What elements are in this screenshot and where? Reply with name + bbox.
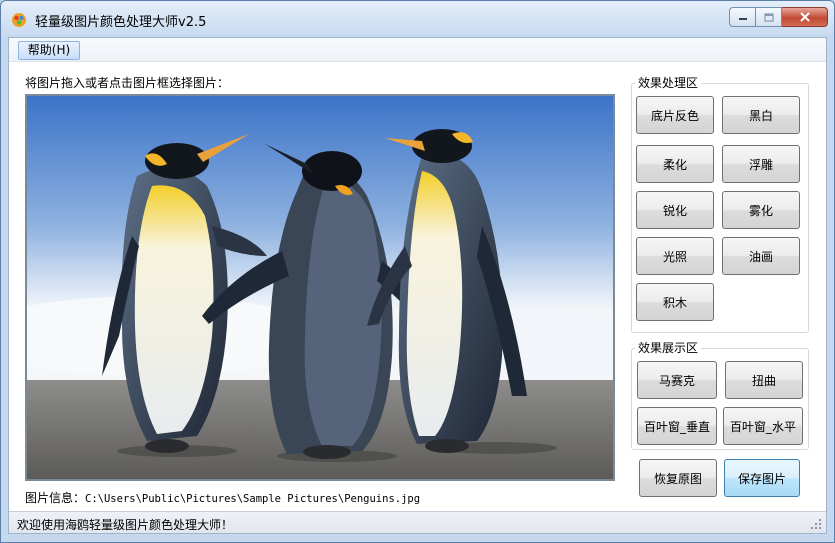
lighting-button[interactable]: 光照 xyxy=(636,237,714,275)
soften-button[interactable]: 柔化 xyxy=(636,145,714,183)
oil-paint-button[interactable]: 油画 xyxy=(722,237,800,275)
close-icon xyxy=(799,12,810,22)
status-bar: 欢迎使用海鸥轻量级图片颜色处理大师！ xyxy=(9,511,826,533)
image-info-label: 图片信息： xyxy=(25,491,86,505)
client-area: 帮助(H) 将图片拖入或者点击图片框选择图片： 图片信息：C:\Users\Pu… xyxy=(8,37,827,534)
image-info-path: C:\Users\Public\Pictures\Sample Pictures… xyxy=(85,493,421,505)
maximize-icon xyxy=(763,12,774,22)
image-box[interactable] xyxy=(25,94,615,481)
emboss-button[interactable]: 浮雕 xyxy=(722,145,800,183)
title-bar[interactable]: 轻量级图片颜色处理大师v2.5 xyxy=(1,1,834,35)
resize-grip-icon[interactable] xyxy=(810,518,822,530)
menu-help[interactable]: 帮助(H) xyxy=(18,41,80,60)
invert-button[interactable]: 底片反色 xyxy=(636,96,714,134)
twist-button[interactable]: 扭曲 xyxy=(725,361,803,399)
minimize-icon xyxy=(738,18,747,20)
save-button[interactable]: 保存图片 xyxy=(724,459,800,497)
grayscale-button[interactable]: 黑白 xyxy=(722,96,800,134)
blinds-horizontal-button[interactable]: 百叶窗_水平 xyxy=(723,407,803,445)
penguins-image xyxy=(27,96,613,479)
status-text: 欢迎使用海鸥轻量级图片颜色处理大师！ xyxy=(17,518,234,532)
app-window: 轻量级图片颜色处理大师v2.5 帮助(H) 将图片拖入或者点击图片框选择图片： xyxy=(0,0,835,543)
maximize-button[interactable] xyxy=(756,7,782,27)
mosaic-button[interactable]: 马赛克 xyxy=(637,361,717,399)
minimize-button[interactable] xyxy=(729,7,756,27)
display-group-label: 效果展示区 xyxy=(635,339,702,356)
window-title: 轻量级图片颜色处理大师v2.5 xyxy=(35,15,207,30)
drop-hint: 将图片拖入或者点击图片框选择图片： xyxy=(25,76,230,90)
close-button[interactable] xyxy=(782,7,828,27)
app-icon xyxy=(12,13,26,27)
restore-button[interactable]: 恢复原图 xyxy=(639,459,717,497)
sharpen-button[interactable]: 锐化 xyxy=(636,191,714,229)
blocks-button[interactable]: 积木 xyxy=(636,283,714,321)
effects-group-label: 效果处理区 xyxy=(635,74,702,91)
image-info: 图片信息：C:\Users\Public\Pictures\Sample Pic… xyxy=(25,489,420,506)
blinds-vertical-button[interactable]: 百叶窗_垂直 xyxy=(637,407,717,445)
menu-bar: 帮助(H) xyxy=(9,38,826,62)
window-controls xyxy=(729,7,828,27)
fog-button[interactable]: 雾化 xyxy=(722,191,800,229)
